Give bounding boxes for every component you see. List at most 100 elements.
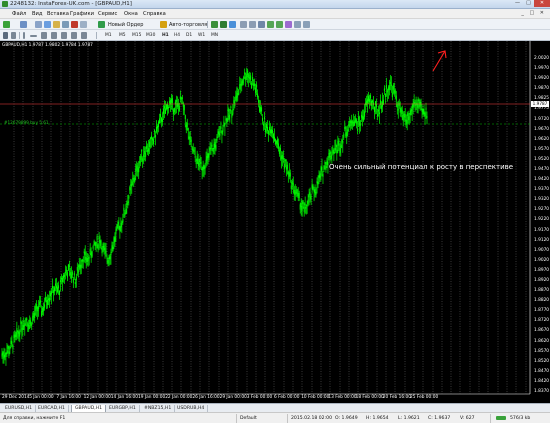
terminal-icon[interactable]: [62, 21, 69, 28]
vertical-line-icon[interactable]: [23, 32, 25, 39]
candle-body: [112, 246, 114, 251]
candle-body: [33, 313, 35, 318]
candle-body: [192, 148, 194, 151]
candle-body: [63, 274, 65, 277]
menu-insert[interactable]: Вставка: [47, 11, 69, 17]
candle-body: [150, 137, 152, 140]
zoom-out-icon[interactable]: [249, 21, 256, 28]
candle-body: [76, 267, 78, 271]
tester-icon[interactable]: [71, 21, 78, 28]
periods-icon[interactable]: [294, 21, 301, 28]
navigator-icon[interactable]: [53, 21, 60, 28]
status-close: C: 1.9637: [428, 416, 451, 421]
menu-window[interactable]: Окна: [124, 11, 138, 17]
menu-file[interactable]: Файл: [12, 11, 26, 17]
minimize-button[interactable]: —: [512, 0, 523, 7]
candle-body: [190, 139, 192, 143]
candle-body: [306, 204, 308, 207]
tile-windows-icon[interactable]: [258, 21, 265, 28]
candle-body: [35, 306, 37, 311]
cursor-icon[interactable]: [3, 32, 8, 39]
candle-body: [58, 290, 60, 296]
market-watch-icon[interactable]: [35, 21, 42, 28]
candle-body: [17, 331, 19, 334]
horizontal-line-icon[interactable]: [30, 35, 37, 37]
timeframe-m5[interactable]: M5: [119, 33, 126, 38]
chart-shift-icon[interactable]: [267, 21, 274, 28]
candle-body: [186, 122, 188, 128]
close-button[interactable]: ✕: [534, 0, 550, 7]
price-chart[interactable]: GBPAUD,H1 1.9787 1.9802 1.9784 1.9787 #1…: [0, 41, 550, 403]
candle-body: [367, 99, 369, 104]
candle-body: [214, 142, 216, 148]
candle-body: [263, 123, 265, 126]
candle-body: [104, 248, 106, 250]
candle-body: [308, 195, 310, 198]
autoscroll-icon[interactable]: [276, 21, 283, 28]
data-window-icon[interactable]: [44, 21, 51, 28]
candle-body: [32, 315, 34, 321]
bar-chart-icon[interactable]: [211, 21, 218, 28]
candle-body: [280, 155, 282, 160]
fibonacci-icon[interactable]: [61, 32, 67, 39]
timeframe-m15[interactable]: M15: [132, 33, 141, 38]
timeframe-m30[interactable]: M30: [146, 33, 155, 38]
maximize-button[interactable]: □: [523, 0, 534, 7]
candle-body: [195, 161, 197, 165]
mdi-controls[interactable]: _ □ ✕: [521, 10, 546, 16]
candle-body: [218, 131, 220, 136]
indicators-icon[interactable]: [285, 21, 292, 28]
timeframe-m1[interactable]: M1: [105, 33, 112, 38]
timeframe-w1[interactable]: W1: [198, 33, 205, 38]
candle-body: [399, 108, 401, 113]
meta-editor-icon[interactable]: [80, 21, 87, 28]
candle-body: [238, 89, 240, 95]
timeframe-mn[interactable]: MN: [211, 33, 218, 38]
new-order-button[interactable]: Новый Ордер: [108, 22, 143, 28]
candle-body: [343, 134, 345, 138]
status-traffic: 576/3 kb: [510, 416, 531, 421]
profiles-icon[interactable]: [20, 21, 27, 28]
new-order-icon[interactable]: [98, 21, 105, 28]
menu-view[interactable]: Вид: [32, 11, 43, 17]
candle-body: [331, 154, 333, 156]
candle-body: [290, 185, 292, 190]
templates-icon[interactable]: [303, 21, 310, 28]
timeframe-h1[interactable]: H1: [162, 33, 169, 38]
candle-body: [139, 161, 141, 164]
line-chart-icon[interactable]: [229, 21, 236, 28]
candles-icon[interactable]: [220, 21, 227, 28]
candle-body: [42, 308, 44, 313]
menu-help[interactable]: Справка: [143, 11, 166, 17]
text-tool-icon[interactable]: [71, 32, 77, 39]
candle-body: [330, 155, 332, 159]
autotrade-button[interactable]: Авто-торговля: [169, 22, 207, 28]
timeframe-h4[interactable]: H4: [174, 33, 180, 38]
autotrade-icon[interactable]: [160, 21, 167, 28]
drawing-toolbar: M1 M5 M15 M30 H1 H4 D1 W1 MN: [0, 30, 550, 41]
candle-body: [109, 255, 111, 260]
candle-body: [259, 106, 261, 112]
candle-body: [210, 147, 212, 150]
candle-body: [215, 145, 217, 150]
menu-tools[interactable]: Сервис: [98, 11, 117, 17]
candle-body: [251, 82, 253, 89]
menu-charts[interactable]: Графики: [70, 11, 94, 17]
timeframe-d1[interactable]: D1: [186, 33, 192, 38]
arrow-tool-icon[interactable]: [81, 32, 87, 39]
chart-canvas[interactable]: [0, 41, 550, 403]
crosshair-icon[interactable]: [11, 32, 16, 39]
status-profile[interactable]: Default: [240, 416, 257, 421]
candle-body: [401, 109, 403, 114]
candle-body: [41, 311, 43, 317]
channel-icon[interactable]: [51, 32, 57, 39]
trendline-icon[interactable]: [41, 32, 47, 39]
new-chart-icon[interactable]: [3, 21, 10, 28]
candle-body: [366, 100, 368, 105]
candle-body: [24, 323, 26, 326]
candle-body: [252, 77, 254, 82]
candle-body: [364, 111, 366, 117]
candle-body: [309, 192, 311, 196]
zoom-in-icon[interactable]: [240, 21, 247, 28]
candle-body: [5, 352, 7, 355]
